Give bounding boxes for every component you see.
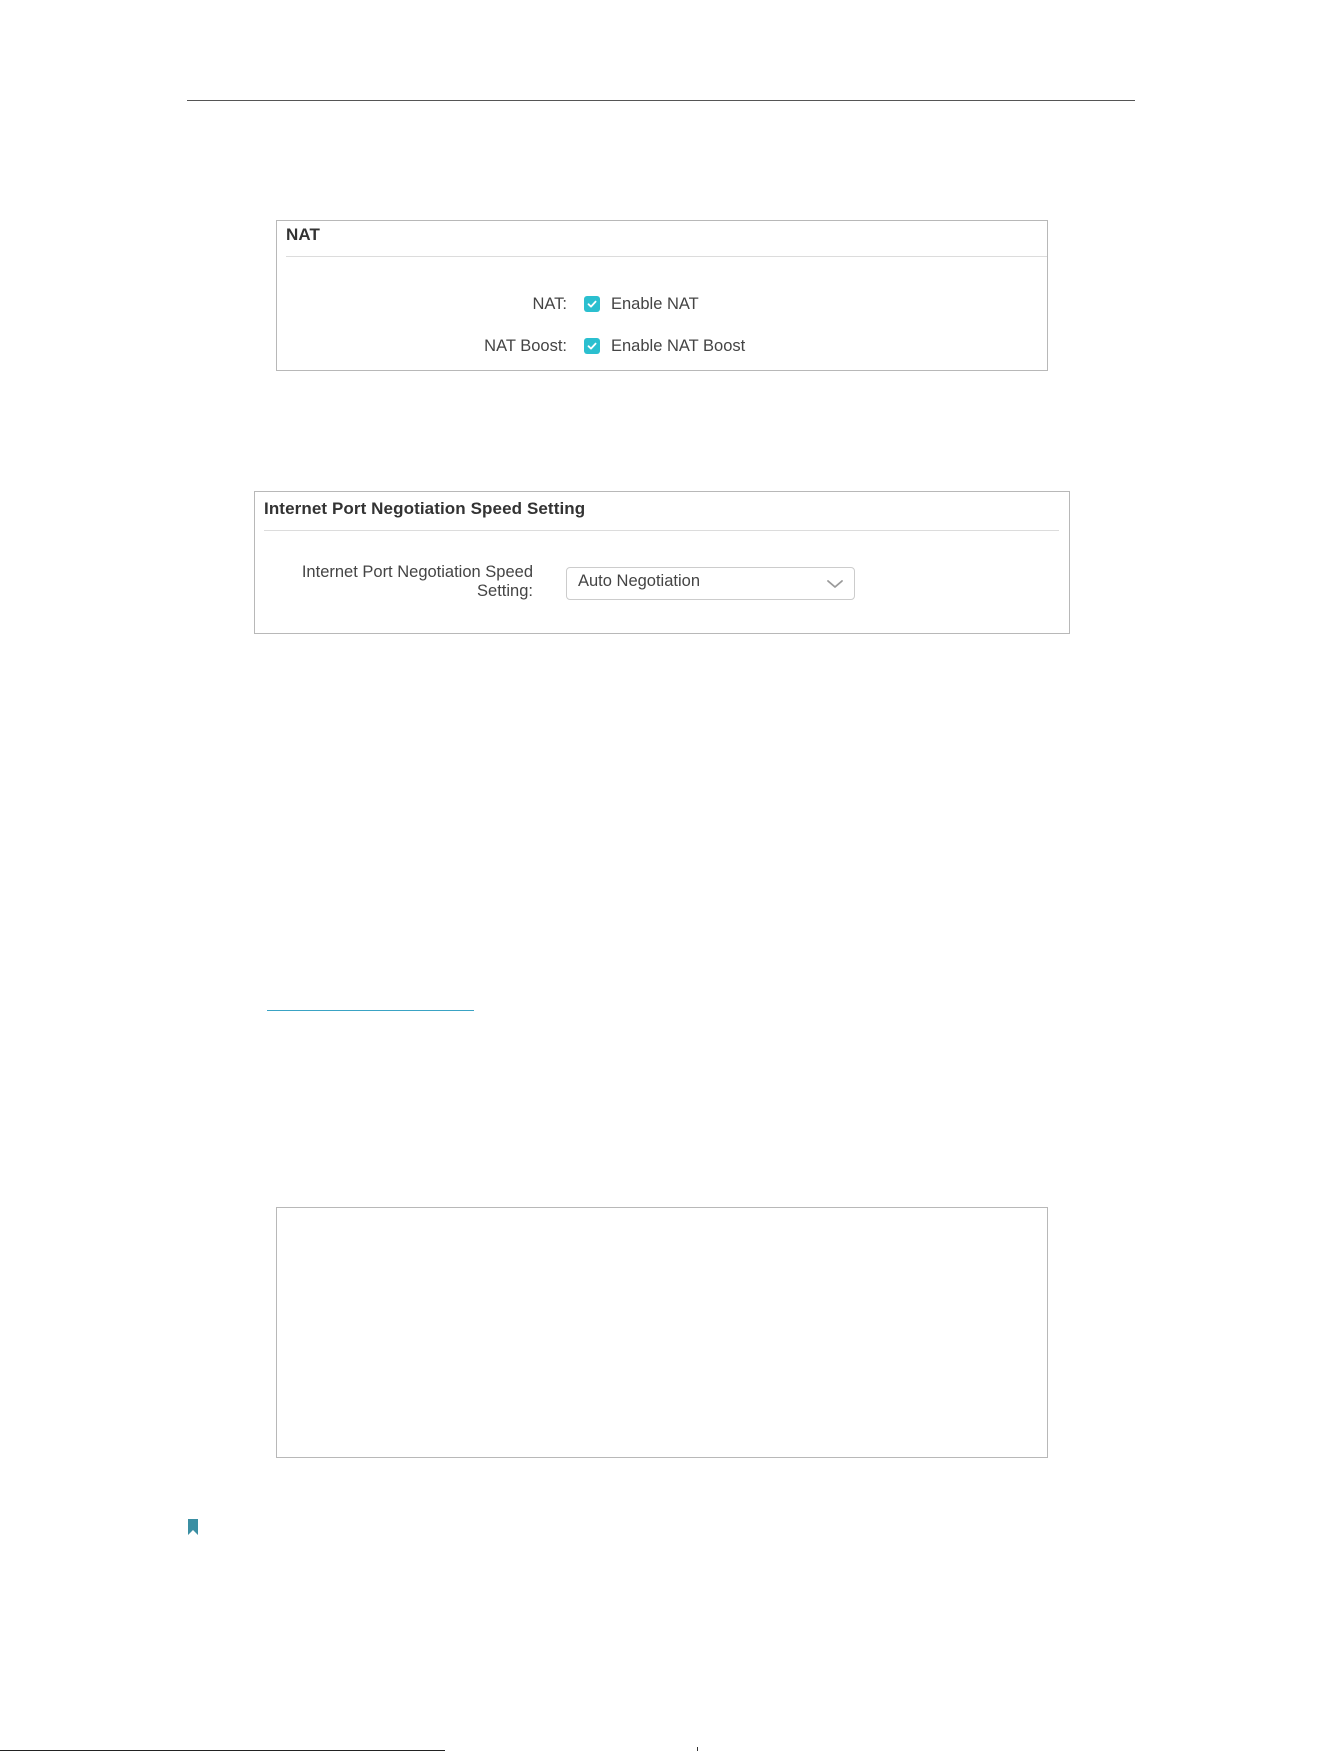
nat-panel-divider [286, 256, 1047, 257]
speed-select-value: Auto Negotiation [578, 572, 701, 590]
speed-select[interactable]: Auto Negotiation [566, 567, 855, 600]
nat-panel: NAT NAT: Enable NAT NAT Boost: Enable NA… [276, 220, 1048, 371]
speed-setting-label: Internet Port Negotiation Speed Setting: [275, 563, 533, 601]
bookmark-icon [188, 1519, 198, 1535]
speed-panel-divider [264, 530, 1059, 531]
speed-panel: Internet Port Negotiation Speed Setting … [254, 491, 1070, 634]
link-underline [267, 1010, 474, 1011]
enable-nat-checkbox[interactable] [584, 296, 600, 312]
enable-nat-boost-checkbox[interactable] [584, 338, 600, 354]
footer-tick [697, 1747, 698, 1751]
blank-panel [276, 1207, 1048, 1458]
check-icon [587, 342, 597, 350]
speed-setting-label-line1: Internet Port Negotiation Speed [301, 563, 533, 581]
speed-setting-label-line2: Setting: [477, 582, 533, 600]
enable-nat-boost-label[interactable]: Enable NAT Boost [611, 337, 745, 356]
check-icon [587, 300, 597, 308]
footer-rule [0, 1750, 445, 1751]
speed-panel-title: Internet Port Negotiation Speed Setting [264, 499, 586, 518]
nat-boost-label: NAT Boost: [484, 337, 567, 355]
enable-nat-label[interactable]: Enable NAT [611, 295, 699, 314]
nat-label: NAT: [532, 295, 567, 313]
page-header-rule [187, 100, 1135, 101]
chevron-down-icon [827, 580, 843, 588]
nat-panel-title: NAT [286, 225, 320, 244]
